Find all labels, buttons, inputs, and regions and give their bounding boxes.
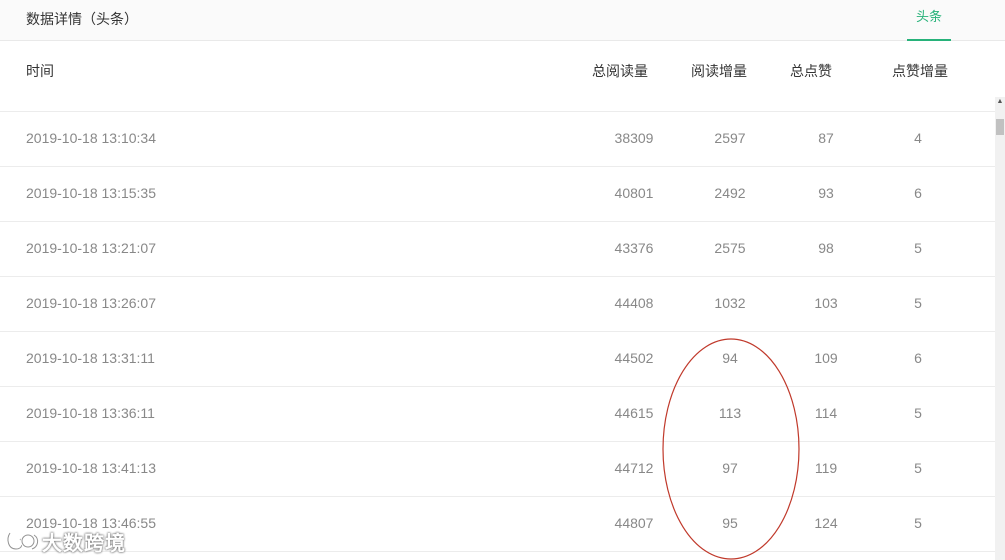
cell-like-increase: 5 [914,515,922,531]
cell-total-reads: 38309 [614,130,654,146]
cell-read-increase: 97 [722,460,738,476]
cell-read-increase: 94 [722,350,738,366]
cell-read-increase: 2575 [714,240,746,256]
table-row: 2019-10-18 13:41:13 44712 97 119 5 [0,442,995,497]
page-title: 数据详情（头条） [26,11,138,27]
table-row: 2019-10-18 13:26:07 44408 1032 103 5 [0,277,995,332]
cell-time: 2019-10-18 13:26:07 [26,295,156,311]
watermark-text: 大数跨境 [42,532,126,555]
cell-time: 2019-10-18 13:36:11 [26,405,155,421]
tab-toutiao[interactable]: 头条 [907,0,951,41]
column-header-total-reads[interactable]: 总阅读量 [590,61,650,81]
cell-total-reads: 44502 [614,350,654,366]
cell-like-increase: 6 [914,350,922,366]
cell-total-likes: 124 [814,515,838,531]
column-header-time[interactable]: 时间 [26,61,54,81]
cell-total-likes: 103 [814,295,838,311]
vertical-scrollbar[interactable]: ▲ [995,97,1005,560]
table-row: 2019-10-18 13:10:34 38309 2597 87 4 [0,112,995,167]
cell-total-likes: 93 [818,185,834,201]
table-body: 2019-10-18 13:10:34 38309 2597 87 4 2019… [0,112,995,552]
cell-total-likes: 87 [818,130,834,146]
table-row: 2019-10-18 13:36:11 44615 113 114 5 [0,387,995,442]
scroll-thumb[interactable] [996,119,1004,135]
cell-time: 2019-10-18 13:21:07 [26,240,156,256]
cell-read-increase: 1032 [714,295,746,311]
cell-total-reads: 44807 [614,515,654,531]
table-row: 2019-10-18 13:46:55 44807 95 124 5 [0,497,995,552]
cell-total-reads: 40801 [614,185,654,201]
table-header: 时间 总阅读量 阅读增量 总点赞 点赞增量 [0,41,1005,112]
cell-total-likes: 98 [818,240,834,256]
watermark: 大数跨境 [6,527,126,555]
column-header-read-increase[interactable]: 阅读增量 [689,61,749,81]
cell-total-reads: 44615 [614,405,654,421]
top-bar: 数据详情（头条） 头条 [0,0,1005,41]
cell-read-increase: 2597 [714,130,746,146]
column-header-like-increase[interactable]: 点赞增量 [890,61,950,81]
data-details-page: 数据详情（头条） 头条 时间 总阅读量 阅读增量 总点赞 点赞增量 2019-1… [0,0,1005,560]
table-row: 2019-10-18 13:15:35 40801 2492 93 6 [0,167,995,222]
cell-time: 2019-10-18 13:10:34 [26,130,156,146]
cell-read-increase: 113 [718,405,742,421]
cell-total-reads: 44712 [614,460,654,476]
table-row: 2019-10-18 13:21:07 43376 2575 98 5 [0,222,995,277]
cell-like-increase: 6 [914,185,922,201]
cell-total-likes: 119 [814,460,838,476]
cell-time: 2019-10-18 13:41:13 [26,460,156,476]
cell-total-likes: 109 [814,350,838,366]
cell-like-increase: 5 [914,240,922,256]
scroll-up-arrow-icon[interactable]: ▲ [995,97,1005,107]
cell-time: 2019-10-18 13:31:11 [26,350,155,366]
cell-read-increase: 2492 [714,185,746,201]
cell-total-likes: 114 [814,405,838,421]
cell-like-increase: 5 [914,460,922,476]
cell-read-increase: 95 [722,515,738,531]
table-row: 2019-10-18 13:31:11 44502 94 109 6 [0,332,995,387]
cell-like-increase: 5 [914,405,922,421]
cell-like-increase: 4 [914,130,922,146]
cell-time: 2019-10-18 13:15:35 [26,185,156,201]
cell-like-increase: 5 [914,295,922,311]
column-header-total-likes[interactable]: 总点赞 [781,61,841,81]
cell-total-reads: 43376 [614,240,654,256]
cell-total-reads: 44408 [614,295,654,311]
logo-icon [6,532,40,551]
